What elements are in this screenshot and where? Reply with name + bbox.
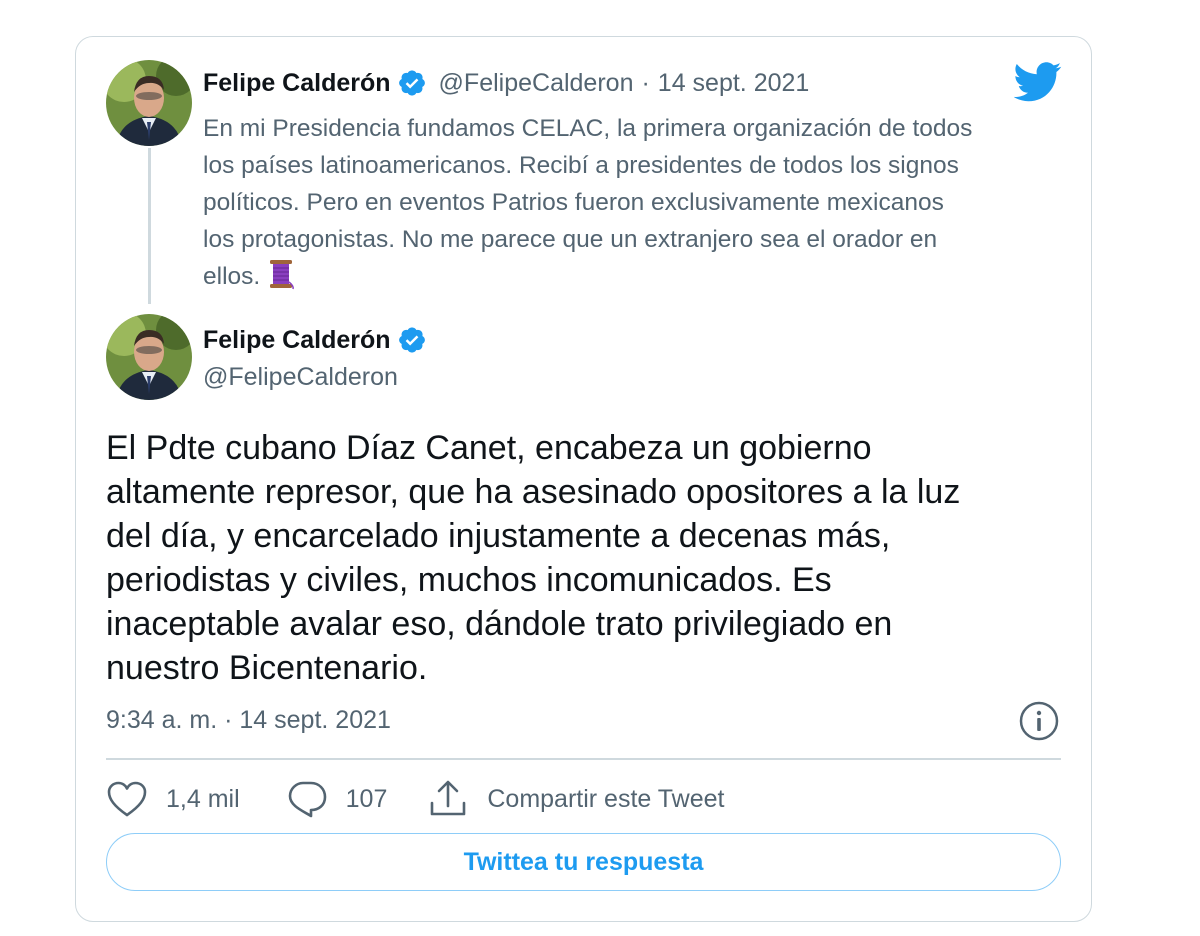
tweet-text: El Pdte cubano Díaz Canet, encabeza un g… — [106, 429, 961, 687]
quoted-author-avatar[interactable] — [106, 60, 192, 146]
quoted-tweet-header: Felipe Calderón @FelipeCalderon · 14 sep… — [203, 68, 809, 98]
thread-connector-line — [148, 148, 151, 304]
author-name[interactable]: Felipe Calderón — [203, 326, 391, 355]
author-avatar[interactable] — [106, 314, 192, 400]
reply-count: 107 — [345, 784, 388, 813]
info-icon[interactable] — [1018, 700, 1060, 742]
tweet-actions: 1,4 mil 107 Compartir este Tweet — [106, 774, 725, 824]
reply-action[interactable]: 107 — [286, 779, 388, 819]
quoted-tweet-body: En mi Presidencia fundamos CELAC, la pri… — [203, 115, 973, 290]
author-handle[interactable]: @FelipeCalderon — [203, 363, 398, 392]
share-icon — [431, 780, 466, 816]
thread-spool-icon — [270, 260, 295, 290]
quoted-author-handle[interactable]: @FelipeCalderon — [439, 69, 634, 98]
actions-divider — [106, 758, 1061, 760]
share-action[interactable]: Compartir este Tweet — [427, 778, 725, 820]
quoted-tweet-text: En mi Presidencia fundamos CELAC, la pri… — [203, 110, 1063, 295]
like-action[interactable]: 1,4 mil — [106, 779, 240, 819]
quoted-tweet-date[interactable]: 14 sept. 2021 — [658, 69, 810, 98]
like-count: 1,4 mil — [166, 784, 240, 813]
tweet-timestamp[interactable]: 9:34 a. m. · 14 sept. 2021 — [106, 706, 391, 735]
reply-bubble-icon — [288, 781, 326, 818]
tweet-header: Felipe Calderón — [203, 325, 427, 355]
reply-button[interactable]: Twittea tu respuesta — [106, 833, 1061, 891]
verified-badge-icon — [398, 70, 425, 96]
twitter-bird-icon[interactable] — [1014, 62, 1062, 102]
header-separator: · — [641, 68, 650, 97]
heart-icon — [107, 781, 147, 817]
share-label: Compartir este Tweet — [487, 784, 725, 813]
quoted-author-name[interactable]: Felipe Calderón — [203, 69, 391, 98]
verified-badge-icon — [398, 327, 425, 353]
